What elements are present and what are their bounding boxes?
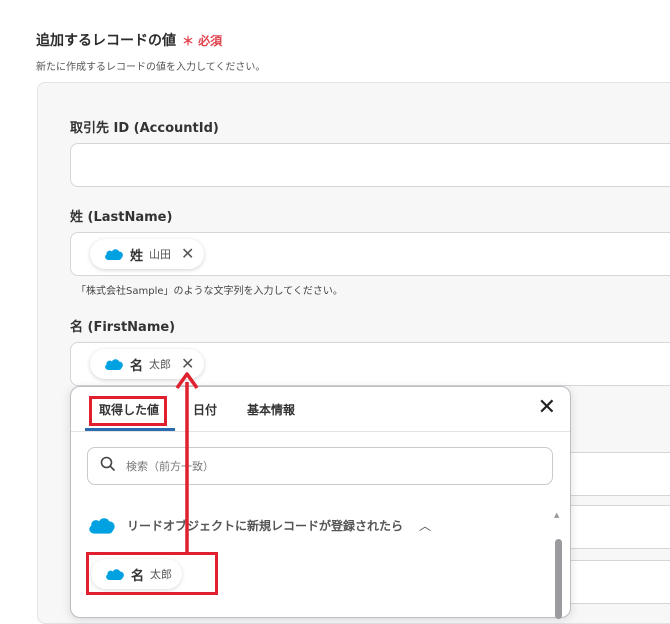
group-label: リードオブジェクトに新規レコードが登録されたら (127, 518, 404, 533)
salesforce-cloud-icon (87, 515, 117, 535)
last-name-hint: 「株式会社Sample」のような文字列を入力してください。 (76, 286, 343, 297)
search-field[interactable] (87, 447, 553, 485)
account-id-input[interactable] (70, 143, 670, 187)
last-name-label: 姓 (LastName) (70, 210, 173, 225)
close-icon[interactable]: ✕ (181, 246, 194, 262)
chip-value: 太郎 (149, 358, 172, 371)
trigger-group-header[interactable]: リードオブジェクトに新規レコードが登録されたら ︿ (87, 515, 431, 535)
section-title: 追加するレコードの値 ＊ 必須 (36, 30, 222, 50)
highlight-item-box (86, 552, 218, 595)
active-tab-indicator (85, 428, 175, 431)
tab-basic-info[interactable]: 基本情報 (247, 401, 295, 418)
chip-name: 姓 (130, 248, 144, 264)
chip-name: 名 (130, 358, 144, 374)
close-icon[interactable]: ✕ (538, 397, 556, 419)
chip-value: 山田 (149, 248, 172, 261)
highlight-tab-box (89, 396, 167, 426)
scroll-up-arrow[interactable]: ▲ (554, 511, 559, 519)
first-name-label: 名 (FirstName) (70, 320, 176, 335)
scroll-thumb[interactable] (555, 539, 562, 619)
salesforce-cloud-icon (104, 357, 124, 371)
popup-scrollbar[interactable]: ▲ (554, 511, 562, 619)
required-badge: ＊ 必須 (182, 33, 223, 48)
account-id-label: 取引先 ID (AccountId) (70, 121, 219, 136)
chevron-up-icon[interactable]: ︿ (419, 517, 431, 534)
last-name-chip[interactable]: 姓 山田 ✕ (90, 239, 205, 269)
annotation-arrow (175, 372, 199, 554)
salesforce-cloud-icon (104, 247, 124, 261)
section-description: 新たに作成するレコードの値を入力してください。 (36, 62, 266, 73)
search-icon (100, 456, 116, 476)
section-title-text: 追加するレコードの値 (36, 33, 176, 49)
